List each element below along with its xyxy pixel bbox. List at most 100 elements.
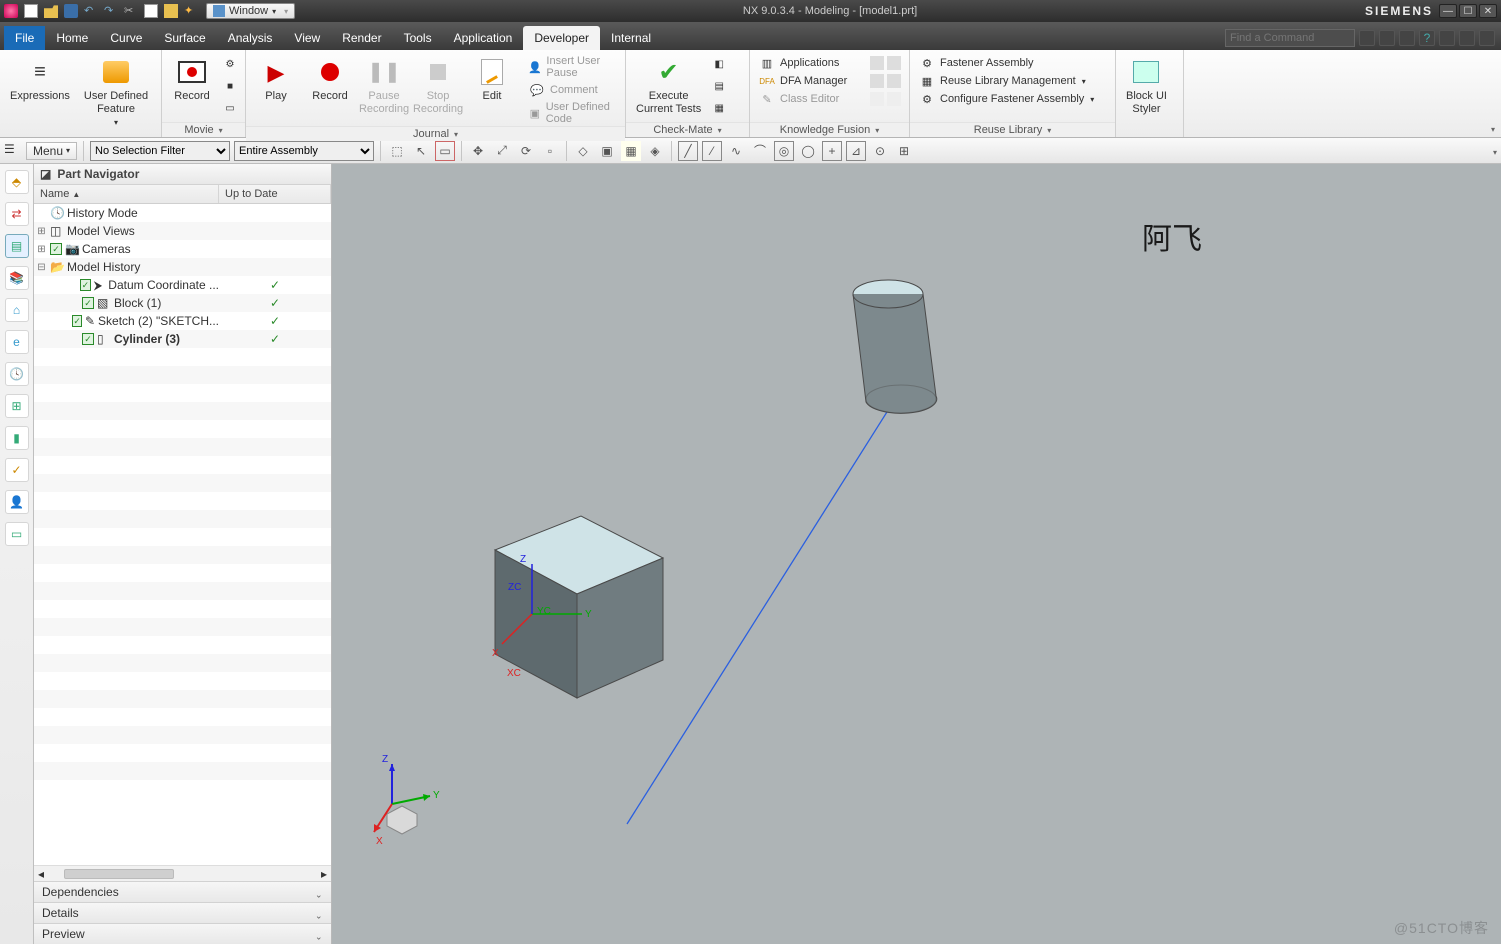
hd3d-icon[interactable]: ▭ — [5, 522, 29, 546]
visualization-icon[interactable]: ▮ — [5, 426, 29, 450]
cut-icon[interactable]: ✂ — [124, 4, 138, 18]
reuse-lib-icon[interactable]: 📚 — [5, 266, 29, 290]
reuse-lib-mgmt-button[interactable]: ▦Reuse Library Management ▾ — [914, 72, 1111, 90]
movie-stop-icon[interactable]: ■ — [220, 76, 240, 96]
tree-row[interactable]: ✓✎ Sketch (2) "SKETCH...✓ — [34, 312, 331, 330]
sel-tool-5[interactable]: ⤢ — [492, 141, 512, 161]
mdi-minimize-icon[interactable] — [1439, 30, 1455, 46]
tree-row[interactable]: ✓▯ Cylinder (3)✓ — [34, 330, 331, 348]
tab-home[interactable]: Home — [45, 26, 99, 50]
maximize-button[interactable]: ☐ — [1459, 4, 1477, 18]
tab-application[interactable]: Application — [443, 26, 524, 50]
block-ui-styler-button[interactable]: Block UI Styler — [1120, 54, 1173, 118]
snap-intersect-icon[interactable]: + — [822, 141, 842, 161]
open-icon[interactable] — [44, 4, 58, 18]
journal-edit-button[interactable]: Edit — [466, 54, 518, 105]
sel-tool-2[interactable]: ↖ — [411, 141, 431, 161]
system-icon[interactable]: ⊞ — [5, 394, 29, 418]
touch-icon[interactable]: ✦ — [184, 4, 198, 18]
checkmate-opt1-icon[interactable]: ◧ — [709, 54, 729, 74]
tab-developer[interactable]: Developer — [523, 26, 600, 50]
section-preview[interactable]: Preview⌃ — [34, 923, 331, 944]
tab-view[interactable]: View — [283, 26, 331, 50]
movie-settings-icon[interactable]: ⚙ — [220, 54, 240, 74]
tree-row[interactable]: ✓⮞ Datum Coordinate ...✓ — [34, 276, 331, 294]
redo-icon[interactable]: ↷ — [104, 4, 118, 18]
snap-point-icon[interactable]: ⊙ — [870, 141, 890, 161]
graphics-viewport[interactable]: 阿飞 Y X Z XC YC ZC — [332, 164, 1501, 944]
sel-tool-10[interactable]: ▦ — [621, 141, 641, 161]
kf-applications-button[interactable]: ▥Applications — [754, 54, 905, 72]
part-nav-icon[interactable]: ▤ — [5, 234, 29, 258]
history-icon[interactable]: 🕓 — [5, 362, 29, 386]
kf-dfa-manager-button[interactable]: DFADFA Manager — [754, 72, 905, 90]
execute-tests-button[interactable]: ✔Execute Current Tests — [630, 54, 707, 118]
mdi-close-icon[interactable] — [1479, 30, 1495, 46]
minimize-ribbon-icon[interactable] — [1399, 30, 1415, 46]
tree-row[interactable]: 🕓 History Mode — [34, 204, 331, 222]
sel-tool-9[interactable]: ▣ — [597, 141, 617, 161]
navigator-tree[interactable]: 🕓 History Mode⊞◫ Model Views⊞✓📷 Cameras⊟… — [34, 204, 331, 865]
minimize-button[interactable]: — — [1439, 4, 1457, 18]
snap-perp-icon[interactable]: ⊿ — [846, 141, 866, 161]
snap-line-icon[interactable]: ╱ — [678, 141, 698, 161]
section-details[interactable]: Details⌃ — [34, 902, 331, 923]
copy-icon[interactable] — [144, 4, 158, 18]
snap-tangent-icon[interactable]: ⌒ — [750, 141, 770, 161]
sel-tool-7[interactable]: ▫ — [540, 141, 560, 161]
navigator-columns[interactable]: Name ▲ Up to Date — [34, 185, 331, 204]
close-button[interactable]: ✕ — [1479, 4, 1497, 18]
roles-icon[interactable]: 👤 — [5, 490, 29, 514]
window-menu[interactable]: Window ▾ ▾ — [206, 3, 295, 19]
paste-icon[interactable] — [164, 4, 178, 18]
selection-scope-select[interactable]: Entire Assembly — [234, 141, 374, 161]
fastener-assembly-button[interactable]: ⚙Fastener Assembly — [914, 54, 1111, 72]
tab-tools[interactable]: Tools — [393, 26, 443, 50]
fullscreen-icon[interactable] — [1379, 30, 1395, 46]
sel-tool-11[interactable]: ◈ — [645, 141, 665, 161]
sel-tool-4[interactable]: ✥ — [468, 141, 488, 161]
save-icon[interactable] — [64, 4, 78, 18]
movie-region-icon[interactable]: ▭ — [220, 98, 240, 118]
menu-button[interactable]: Menu▾ — [26, 142, 77, 160]
tree-row[interactable]: ✓▧ Block (1)✓ — [34, 294, 331, 312]
checkmate-icon-rail[interactable]: ✓ — [5, 458, 29, 482]
tree-row[interactable]: ⊟📂 Model History — [34, 258, 331, 276]
configure-fastener-button[interactable]: ⚙Configure Fastener Assembly ▾ — [914, 90, 1111, 108]
sel-tool-3[interactable]: ▭ — [435, 141, 455, 161]
ribbon-overflow-button[interactable] — [1489, 121, 1495, 135]
tab-surface[interactable]: Surface — [153, 26, 216, 50]
new-icon[interactable] — [24, 4, 38, 18]
assembly-nav-icon[interactable]: ⬘ — [5, 170, 29, 194]
selbar-overflow[interactable] — [1491, 144, 1497, 158]
web-icon[interactable]: ⌂ — [5, 298, 29, 322]
snap-curve-icon[interactable]: ∿ — [726, 141, 746, 161]
sel-tool-6[interactable]: ⟳ — [516, 141, 536, 161]
col-name[interactable]: Name — [40, 188, 69, 200]
tab-analysis[interactable]: Analysis — [217, 26, 284, 50]
sel-tool-8[interactable]: ◇ — [573, 141, 593, 161]
checkmate-opt2-icon[interactable]: ▤ — [709, 76, 729, 96]
constraint-nav-icon[interactable]: ⇄ — [5, 202, 29, 226]
tab-render[interactable]: Render — [331, 26, 392, 50]
snap-grid-icon[interactable]: ⊞ — [894, 141, 914, 161]
section-dependencies[interactable]: Dependencies⌃ — [34, 881, 331, 902]
tree-row[interactable]: ⊞◫ Model Views — [34, 222, 331, 240]
quick-access-toolbar[interactable]: ↶ ↷ ✂ ✦ — [4, 4, 198, 18]
journal-play-button[interactable]: ▶Play — [250, 54, 302, 105]
checkmate-opt3-icon[interactable]: ▦ — [709, 98, 729, 118]
search-scope-icon[interactable] — [1359, 30, 1375, 46]
mdi-restore-icon[interactable] — [1459, 30, 1475, 46]
ie-icon[interactable]: e — [5, 330, 29, 354]
command-search-input[interactable] — [1225, 29, 1355, 47]
tab-internal[interactable]: Internal — [600, 26, 662, 50]
tab-file[interactable]: File — [4, 26, 45, 50]
selection-filter-select[interactable]: No Selection Filter — [90, 141, 230, 161]
tab-curve[interactable]: Curve — [99, 26, 153, 50]
undo-icon[interactable]: ↶ — [84, 4, 98, 18]
snap-endpoint-icon[interactable]: ⁄ — [702, 141, 722, 161]
navigator-hscroll[interactable]: ◂▸ — [34, 865, 331, 881]
expressions-button[interactable]: ≡ Expressions — [4, 54, 76, 105]
movie-record-button[interactable]: Record — [166, 54, 218, 105]
help-icon[interactable]: ? — [1419, 30, 1435, 46]
